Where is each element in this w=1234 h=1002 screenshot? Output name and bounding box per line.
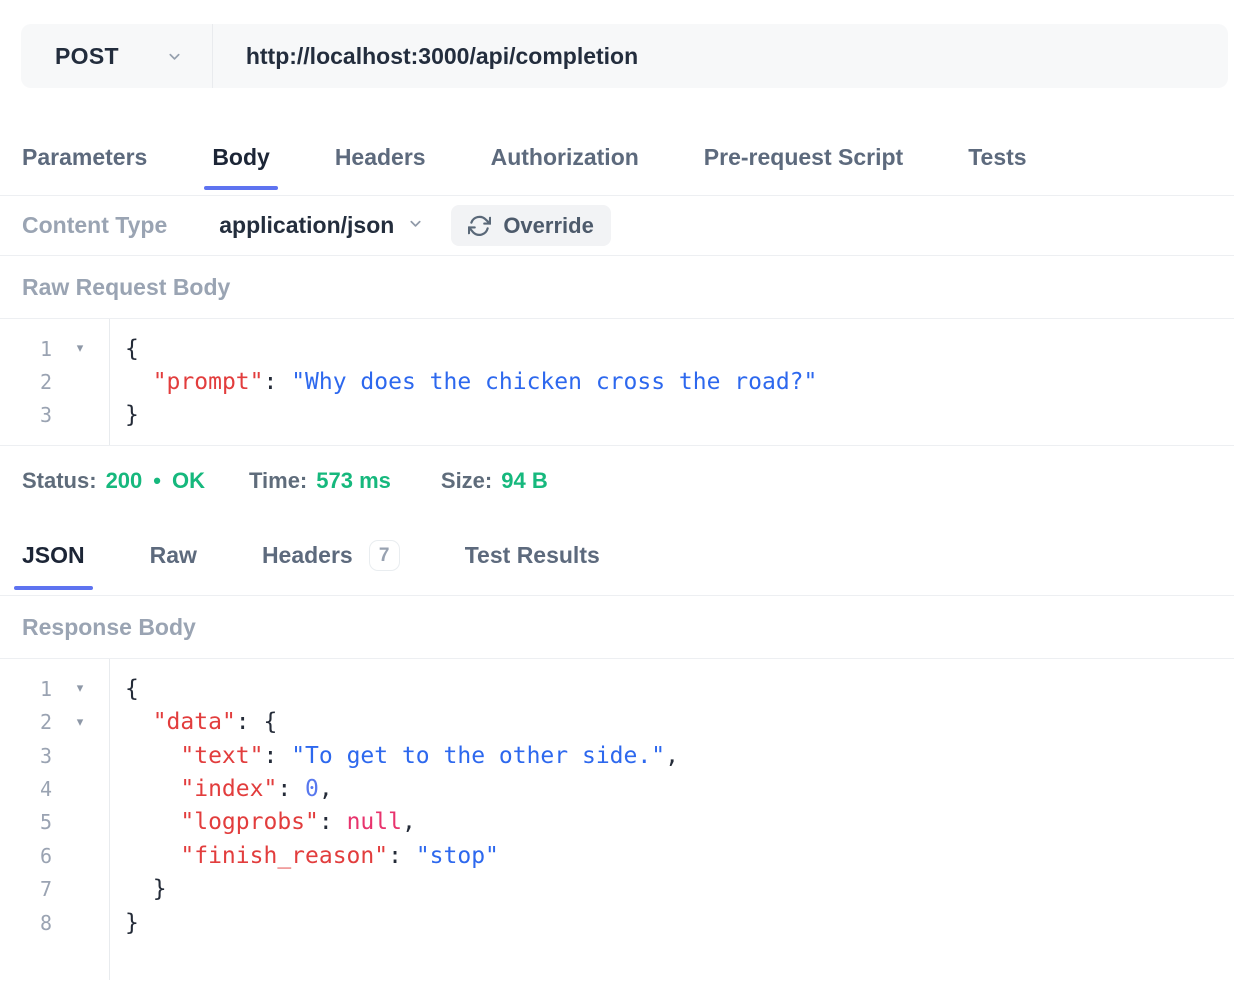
status-code: 200	[106, 468, 143, 494]
size-value: 94 B	[501, 468, 547, 494]
request-url-bar: POST http://localhost:3000/api/completio…	[21, 24, 1228, 88]
line-number: 8	[0, 911, 52, 935]
tab-label: Headers	[262, 542, 353, 569]
line-number: 5	[0, 810, 52, 834]
code-line: "logprobs": null,	[125, 806, 679, 839]
fold-toggle-icon[interactable]: ▾	[52, 715, 108, 730]
tab-label: Parameters	[22, 144, 147, 171]
code-line: "data": {	[125, 706, 679, 739]
gutter-row: 2	[0, 365, 109, 398]
response-body-title: Response Body	[22, 614, 196, 641]
tab-json[interactable]: JSON	[22, 540, 85, 595]
gutter-row: 3	[0, 739, 109, 772]
gutter-row: 2▾	[0, 706, 109, 739]
url-input[interactable]: http://localhost:3000/api/completion	[213, 24, 1228, 88]
content-type-row: Content Type application/json Override	[0, 196, 1234, 256]
response-body-viewer: 1▾2▾345678 { "data": { "text": "To get t…	[0, 659, 1234, 980]
line-number: 4	[0, 777, 52, 801]
chevron-down-icon	[167, 49, 182, 64]
code-line: {	[125, 672, 679, 705]
override-button[interactable]: Override	[451, 205, 611, 246]
line-number: 1	[0, 337, 52, 361]
tab-pre-request-script[interactable]: Pre-request Script	[704, 144, 903, 195]
request-body-header: Raw Request Body	[0, 256, 1234, 319]
fold-toggle-icon[interactable]: ▾	[52, 341, 108, 356]
code-line: "prompt": "Why does the chicken cross th…	[125, 365, 817, 398]
tab-test-results[interactable]: Test Results	[465, 540, 600, 595]
tab-label: Authorization	[491, 144, 639, 171]
status-bullet: •	[153, 468, 161, 494]
response-status-bar: Status: 200 • OK Time: 573 ms Size: 94 B	[0, 446, 1234, 516]
method-select[interactable]: POST	[21, 24, 212, 88]
tab-raw[interactable]: Raw	[150, 540, 197, 595]
code-line: }	[125, 873, 679, 906]
code-line: "text": "To get to the other side.",	[125, 739, 679, 772]
line-number: 3	[0, 403, 52, 427]
request-body-editor[interactable]: 1▾23 { "prompt": "Why does the chicken c…	[0, 319, 1234, 446]
request-body-title: Raw Request Body	[22, 274, 230, 301]
tab-parameters[interactable]: Parameters	[22, 144, 147, 195]
code-line: }	[125, 906, 679, 939]
code-line: "index": 0,	[125, 772, 679, 805]
tab-label: Tests	[968, 144, 1026, 171]
chevron-down-icon	[408, 216, 423, 236]
tab-authorization[interactable]: Authorization	[491, 144, 639, 195]
line-number: 2	[0, 710, 52, 734]
override-label: Override	[503, 213, 594, 239]
line-number: 1	[0, 677, 52, 701]
gutter-row: 7	[0, 873, 109, 906]
code-line: }	[125, 399, 817, 432]
line-number-gutter: 1▾2▾345678	[0, 659, 110, 980]
time-label: Time:	[249, 468, 307, 494]
method-label: POST	[55, 43, 119, 70]
request-code-area[interactable]: { "prompt": "Why does the chicken cross …	[110, 319, 817, 445]
status-label: Status:	[22, 468, 97, 494]
code-line: "finish_reason": "stop"	[125, 839, 679, 872]
tab-label: Body	[212, 144, 270, 171]
tab-headers[interactable]: Headers	[335, 144, 426, 195]
gutter-row: 8	[0, 906, 109, 939]
time-value: 573 ms	[316, 468, 391, 494]
content-type-label: Content Type	[22, 212, 167, 239]
response-code-area: { "data": { "text": "To get to the other…	[110, 659, 679, 980]
status-text: OK	[172, 468, 205, 494]
tab-label: Test Results	[465, 542, 600, 569]
tab-label: Pre-request Script	[704, 144, 903, 171]
size-label: Size:	[441, 468, 492, 494]
status-group: Status: 200 • OK	[22, 468, 205, 494]
gutter-row: 4	[0, 772, 109, 805]
line-number: 7	[0, 877, 52, 901]
gutter-row: 1▾	[0, 672, 109, 705]
request-tabs: Parameters Body Headers Authorization Pre-re…	[0, 88, 1234, 196]
code-line: {	[125, 332, 817, 365]
tab-body[interactable]: Body	[212, 144, 270, 195]
tab-tests[interactable]: Tests	[968, 144, 1026, 195]
headers-count-badge: 7	[369, 540, 400, 571]
gutter-row: 3	[0, 399, 109, 432]
line-number: 3	[0, 744, 52, 768]
tab-headers[interactable]: Headers 7	[262, 540, 400, 595]
line-number-gutter: 1▾23	[0, 319, 110, 445]
gutter-row: 6	[0, 839, 109, 872]
tab-label: JSON	[22, 542, 85, 569]
line-number: 6	[0, 844, 52, 868]
tab-label: Raw	[150, 542, 197, 569]
tab-label: Headers	[335, 144, 426, 171]
time-group: Time: 573 ms	[249, 468, 391, 494]
response-tabs: JSON Raw Headers 7 Test Results	[0, 516, 1234, 596]
fold-toggle-icon[interactable]: ▾	[52, 681, 108, 696]
line-number: 2	[0, 370, 52, 394]
content-type-value: application/json	[219, 212, 394, 239]
response-body-header: Response Body	[0, 596, 1234, 659]
gutter-row: 1▾	[0, 332, 109, 365]
gutter-row: 5	[0, 806, 109, 839]
size-group: Size: 94 B	[441, 468, 548, 494]
refresh-icon	[468, 214, 491, 237]
content-type-select[interactable]: application/json	[219, 212, 423, 239]
